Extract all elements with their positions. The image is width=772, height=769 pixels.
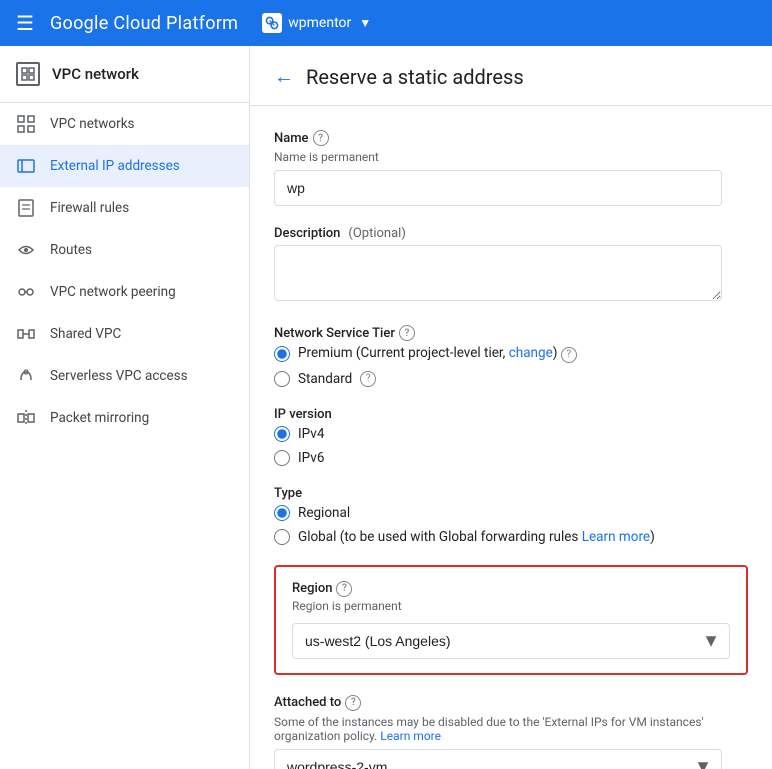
sidebar-item-firewall-rules[interactable]: Firewall rules xyxy=(0,187,249,229)
serverless-vpc-icon xyxy=(16,366,36,386)
topbar: ☰ Google Cloud Platform wpmentor ▼ xyxy=(0,0,772,46)
region-label: Region ? xyxy=(292,581,730,597)
name-help-icon[interactable]: ? xyxy=(313,130,329,146)
sidebar-item-label-firewall-rules: Firewall rules xyxy=(50,200,233,216)
name-label: Name ? xyxy=(274,130,748,146)
region-select-wrapper: us-west2 (Los Angeles) us-central1 (Iowa… xyxy=(292,623,730,659)
sidebar-item-label-vpc-networks: VPC networks xyxy=(50,116,233,132)
tier-premium-option[interactable]: Premium (Current project-level tier, cha… xyxy=(274,345,748,363)
tier-premium-radio[interactable] xyxy=(274,346,290,362)
global-radio[interactable] xyxy=(274,529,290,545)
page-title: Reserve a static address xyxy=(306,65,524,89)
regional-radio[interactable] xyxy=(274,505,290,521)
change-tier-link[interactable]: change xyxy=(509,345,553,361)
sidebar-item-serverless-vpc[interactable]: Serverless VPC access xyxy=(0,355,249,397)
region-group: Region ? Region is permanent us-west2 (L… xyxy=(274,565,748,675)
project-dropdown-icon[interactable]: ▼ xyxy=(359,16,371,30)
shared-vpc-icon xyxy=(16,324,36,344)
packet-mirroring-icon xyxy=(16,408,36,428)
sidebar-item-label-vpc-peering: VPC network peering xyxy=(50,284,233,300)
vpc-peering-icon xyxy=(16,282,36,302)
ip-version-radio-group: IPv4 IPv6 xyxy=(274,426,748,466)
tier-radio-group: Premium (Current project-level tier, cha… xyxy=(274,345,748,387)
network-tier-label: Network Service Tier ? xyxy=(274,325,748,341)
project-name: wpmentor xyxy=(288,15,351,31)
ip-version-label: IP version xyxy=(274,407,748,422)
form-body: Name ? Name is permanent Description (Op… xyxy=(250,106,772,769)
routes-icon xyxy=(16,240,36,260)
sidebar-item-label-external-ip: External IP addresses xyxy=(50,158,233,174)
attached-to-label: Attached to ? xyxy=(274,695,748,711)
layout: VPC network VPC networks External IP add… xyxy=(0,46,772,769)
tier-standard-radio[interactable] xyxy=(274,371,290,387)
standard-help-icon[interactable]: ? xyxy=(360,371,376,387)
ipv6-radio[interactable] xyxy=(274,450,290,466)
regional-option[interactable]: Regional xyxy=(274,505,748,521)
name-group: Name ? Name is permanent xyxy=(274,130,748,206)
sidebar-item-label-packet-mirroring: Packet mirroring xyxy=(50,410,233,426)
name-sublabel: Name is permanent xyxy=(274,150,748,164)
vpc-networks-icon xyxy=(16,114,36,134)
network-service-tier-group: Network Service Tier ? Premium (Current … xyxy=(274,325,748,387)
sidebar-item-label-serverless-vpc: Serverless VPC access xyxy=(50,368,233,384)
sidebar-item-vpc-peering[interactable]: VPC network peering xyxy=(0,271,249,313)
attached-select[interactable]: wordpress-2-vm None xyxy=(274,749,722,769)
project-selector[interactable]: wpmentor ▼ xyxy=(262,13,371,33)
attached-to-group: Attached to ? Some of the instances may … xyxy=(274,695,748,769)
learn-more-type-link[interactable]: Learn more xyxy=(582,529,650,545)
premium-help-icon[interactable]: ? xyxy=(561,347,577,363)
project-icon xyxy=(262,13,282,33)
back-button[interactable]: ← xyxy=(274,64,294,89)
sidebar-item-vpc-networks[interactable]: VPC networks xyxy=(0,103,249,145)
sidebar-item-label-routes: Routes xyxy=(50,242,233,258)
region-help-icon[interactable]: ? xyxy=(336,581,352,597)
page-header: ← Reserve a static address xyxy=(250,46,772,106)
name-input[interactable] xyxy=(274,170,722,206)
description-input[interactable] xyxy=(274,245,722,301)
global-option[interactable]: Global (to be used with Global forwardin… xyxy=(274,529,748,545)
vpc-network-icon xyxy=(16,62,40,86)
tier-standard-option[interactable]: Standard ? xyxy=(274,371,748,387)
ip-version-group: IP version IPv4 IPv6 xyxy=(274,407,748,466)
ipv4-radio[interactable] xyxy=(274,426,290,442)
ipv6-option[interactable]: IPv6 xyxy=(274,450,748,466)
sidebar: VPC network VPC networks External IP add… xyxy=(0,46,250,769)
sidebar-item-routes[interactable]: Routes xyxy=(0,229,249,271)
sidebar-item-label-shared-vpc: Shared VPC xyxy=(50,326,233,342)
attached-help-icon[interactable]: ? xyxy=(345,695,361,711)
sidebar-header: VPC network xyxy=(0,46,249,103)
ipv4-option[interactable]: IPv4 xyxy=(274,426,748,442)
main-content: ← Reserve a static address Name ? Name i… xyxy=(250,46,772,769)
attached-select-wrapper: wordpress-2-vm None ▼ xyxy=(274,749,722,769)
type-group: Type Regional Global (to be used with Gl… xyxy=(274,486,748,545)
type-label: Type xyxy=(274,486,748,501)
region-sublabel: Region is permanent xyxy=(292,599,730,613)
tier-help-icon[interactable]: ? xyxy=(399,325,415,341)
menu-icon[interactable]: ☰ xyxy=(16,11,34,35)
sidebar-title: VPC network xyxy=(52,65,139,83)
external-ip-icon xyxy=(16,156,36,176)
sidebar-nav: VPC networks External IP addresses Firew… xyxy=(0,103,249,439)
type-radio-group: Regional Global (to be used with Global … xyxy=(274,505,748,545)
sidebar-item-packet-mirroring[interactable]: Packet mirroring xyxy=(0,397,249,439)
app-title: Google Cloud Platform xyxy=(50,13,238,34)
description-label: Description (Optional) xyxy=(274,226,748,241)
sidebar-item-external-ip[interactable]: External IP addresses xyxy=(0,145,249,187)
attached-learn-more-link[interactable]: Learn more xyxy=(380,729,441,743)
region-select[interactable]: us-west2 (Los Angeles) us-central1 (Iowa… xyxy=(292,623,730,659)
description-group: Description (Optional) xyxy=(274,226,748,305)
sidebar-item-shared-vpc[interactable]: Shared VPC xyxy=(0,313,249,355)
firewall-rules-icon xyxy=(16,198,36,218)
attached-to-sublabel: Some of the instances may be disabled du… xyxy=(274,715,748,743)
